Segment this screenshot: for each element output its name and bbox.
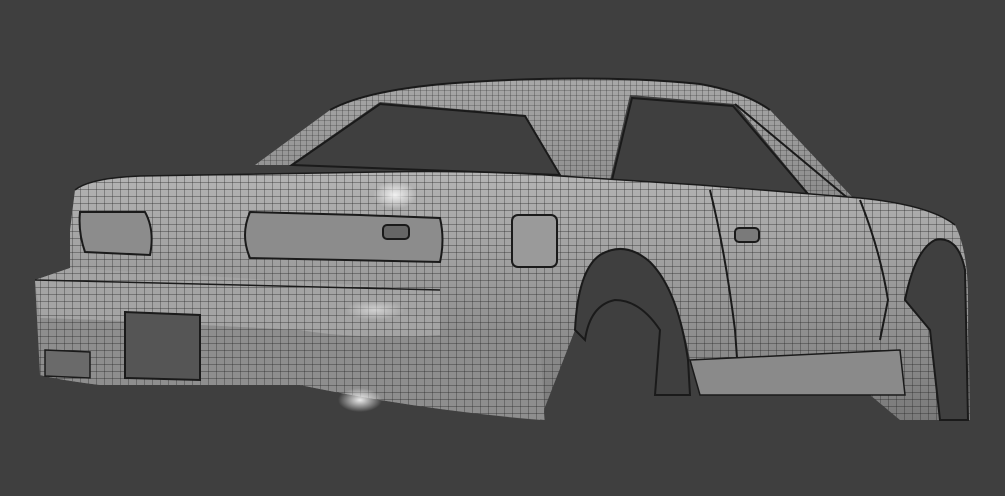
body-highlight xyxy=(373,181,417,209)
3d-viewport[interactable] xyxy=(0,0,1005,496)
car-wireframe-render xyxy=(34,77,970,421)
trunk-highlight xyxy=(345,300,405,320)
door-handle xyxy=(734,227,760,243)
fuel-door xyxy=(511,214,558,268)
bumper-highlight xyxy=(338,388,382,412)
tail-lights xyxy=(78,210,444,264)
